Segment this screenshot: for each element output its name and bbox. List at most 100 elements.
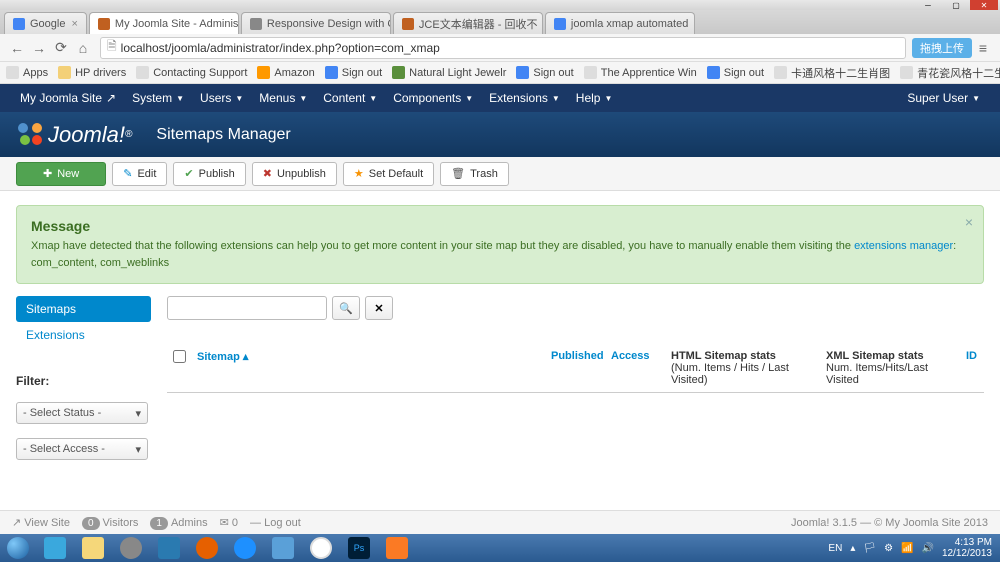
column-id[interactable]: ID	[960, 350, 984, 386]
column-sitemap[interactable]: Sitemap ▴	[191, 350, 545, 386]
bookmark-item[interactable]: Amazon	[257, 66, 314, 79]
taskbar-app[interactable]	[36, 534, 74, 562]
clear-search-button[interactable]: ✕	[365, 296, 393, 320]
browser-tab[interactable]: JCE文本编辑器 - 回收不×	[393, 12, 543, 34]
joomla-footer: ↗ View Site 0Visitors 1Admins ✉ 0 — Log …	[0, 510, 1000, 534]
access-filter-select[interactable]: - Select Access -▾	[16, 438, 148, 460]
tray-icon[interactable]: ⚙	[884, 543, 893, 554]
new-button[interactable]: ✚New	[16, 162, 106, 186]
column-published[interactable]: Published	[545, 350, 605, 386]
home-button[interactable]: ⌂	[72, 37, 94, 59]
set-default-button[interactable]: ★Set Default	[343, 162, 434, 186]
clock[interactable]: 4:13 PM 12/12/2013	[942, 537, 992, 559]
caret-down-icon: ▼	[604, 94, 612, 103]
tab-title: Responsive Design with C	[267, 18, 391, 30]
bookmark-item[interactable]: Sign out	[325, 66, 382, 79]
close-button[interactable]: ✕	[970, 0, 998, 10]
logout-link[interactable]: — Log out	[250, 517, 301, 529]
taskbar-app[interactable]	[112, 534, 150, 562]
select-all-checkbox[interactable]	[173, 350, 186, 363]
column-access[interactable]: Access	[605, 350, 665, 386]
user-menu[interactable]: Super User▼	[899, 91, 988, 105]
extensions-manager-link[interactable]: extensions manager	[854, 240, 953, 252]
caret-down-icon: ▼	[465, 94, 473, 103]
firefox-icon	[196, 537, 218, 559]
browser-tab[interactable]: Google×	[4, 12, 87, 34]
search-input[interactable]	[167, 296, 327, 320]
tab-close-icon[interactable]: ×	[71, 18, 77, 30]
bookmark-item[interactable]: 卡通风格十二生肖图	[774, 65, 890, 81]
sidebar-tab-sitemaps[interactable]: Sitemaps	[16, 296, 151, 322]
tray-volume-icon[interactable]: 🔊	[921, 543, 933, 554]
edit-button[interactable]: ✎Edit	[112, 162, 167, 186]
version-text: Joomla! 3.1.5 — © My Joomla Site 2013	[791, 517, 988, 529]
tray-flag-icon[interactable]: 🏳	[863, 543, 876, 554]
taskbar-app[interactable]	[226, 534, 264, 562]
bookmarks-bar: Apps HP drivers Contacting Support Amazo…	[0, 62, 1000, 84]
minimize-button[interactable]: ─	[914, 0, 942, 10]
address-bar[interactable]: 🗎 localhost/joomla/administrator/index.p…	[100, 37, 906, 59]
page-title: Sitemaps Manager	[156, 126, 290, 144]
bookmark-item[interactable]: Natural Light Jewelr	[392, 66, 506, 79]
bookmark-item[interactable]: HP drivers	[58, 66, 126, 79]
site-name-link[interactable]: My Joomla Site ↗	[12, 91, 124, 105]
tray-icon[interactable]: ▴	[850, 543, 855, 554]
favicon-icon	[402, 18, 414, 30]
menu-help[interactable]: Help▼	[568, 91, 621, 105]
caret-down-icon: ▼	[176, 94, 184, 103]
message-close-button[interactable]: ×	[965, 214, 973, 230]
bookmark-item[interactable]: Contacting Support	[136, 66, 247, 79]
sidebar-tab-extensions[interactable]: Extensions	[16, 322, 151, 348]
trash-button[interactable]: 🗑Trash	[440, 162, 509, 186]
system-tray[interactable]: EN ▴ 🏳 ⚙ 📶 🔊 4:13 PM 12/12/2013	[828, 537, 1000, 559]
browser-tab[interactable]: Responsive Design with C×	[241, 12, 391, 34]
bookmark-item[interactable]: Sign out	[707, 66, 764, 79]
search-button[interactable]: 🔍	[332, 296, 360, 320]
start-button[interactable]	[0, 534, 36, 562]
taskbar-app[interactable]	[302, 534, 340, 562]
upload-extension-button[interactable]: 拖拽上传	[912, 38, 972, 58]
menu-components[interactable]: Components▼	[385, 91, 481, 105]
message-text: Xmap have detected that the following ex…	[31, 238, 969, 271]
taskbar-app[interactable]	[74, 534, 112, 562]
bookmark-item[interactable]: The Apprentice Win	[584, 66, 697, 79]
browser-tab[interactable]: joomla xmap automated×	[545, 12, 695, 34]
taskbar-app[interactable]	[188, 534, 226, 562]
visitors-counter[interactable]: 0Visitors	[82, 517, 138, 529]
taskbar-app[interactable]	[378, 534, 416, 562]
joomla-top-menu: My Joomla Site ↗ System▼ Users▼ Menus▼ C…	[0, 84, 1000, 112]
menu-content[interactable]: Content▼	[315, 91, 385, 105]
table-header: Sitemap ▴ Published Access HTML Sitemap …	[167, 344, 984, 393]
menu-extensions[interactable]: Extensions▼	[481, 91, 568, 105]
messages-counter[interactable]: ✉ 0	[220, 516, 238, 529]
browser-tab[interactable]: My Joomla Site - Adminis×	[89, 12, 239, 34]
taskbar-app[interactable]: Ps	[340, 534, 378, 562]
tray-network-icon[interactable]: 📶	[901, 543, 913, 554]
back-button[interactable]: ←	[6, 37, 28, 59]
app-icon	[158, 537, 180, 559]
chrome-menu-icon[interactable]: ≡	[972, 40, 994, 56]
publish-button[interactable]: ✔Publish	[173, 162, 245, 186]
taskbar-app[interactable]	[264, 534, 302, 562]
menu-users[interactable]: Users▼	[192, 91, 251, 105]
taskbar-app[interactable]	[150, 534, 188, 562]
maximize-button[interactable]: ▢	[942, 0, 970, 10]
chrome-icon	[310, 537, 332, 559]
apps-button[interactable]: Apps	[6, 66, 48, 79]
forward-button[interactable]: →	[28, 37, 50, 59]
unpublish-button[interactable]: ✖Unpublish	[252, 162, 337, 186]
action-toolbar: ✚New ✎Edit ✔Publish ✖Unpublish ★Set Defa…	[0, 157, 1000, 191]
language-indicator[interactable]: EN	[828, 543, 842, 554]
menu-system[interactable]: System▼	[124, 91, 192, 105]
site-icon	[257, 66, 270, 79]
admins-counter[interactable]: 1Admins	[150, 517, 207, 529]
view-site-link[interactable]: ↗ View Site	[12, 516, 70, 529]
status-filter-select[interactable]: - Select Status -▾	[16, 402, 148, 424]
menu-menus[interactable]: Menus▼	[251, 91, 315, 105]
tab-title: My Joomla Site - Adminis	[115, 18, 238, 30]
tab-close-icon[interactable]: ×	[694, 18, 695, 30]
bookmark-item[interactable]: 青花瓷风格十二生肖	[900, 65, 1000, 81]
bookmark-item[interactable]: Sign out	[516, 66, 573, 79]
reload-button[interactable]: ⟳	[50, 37, 72, 59]
site-icon	[516, 66, 529, 79]
